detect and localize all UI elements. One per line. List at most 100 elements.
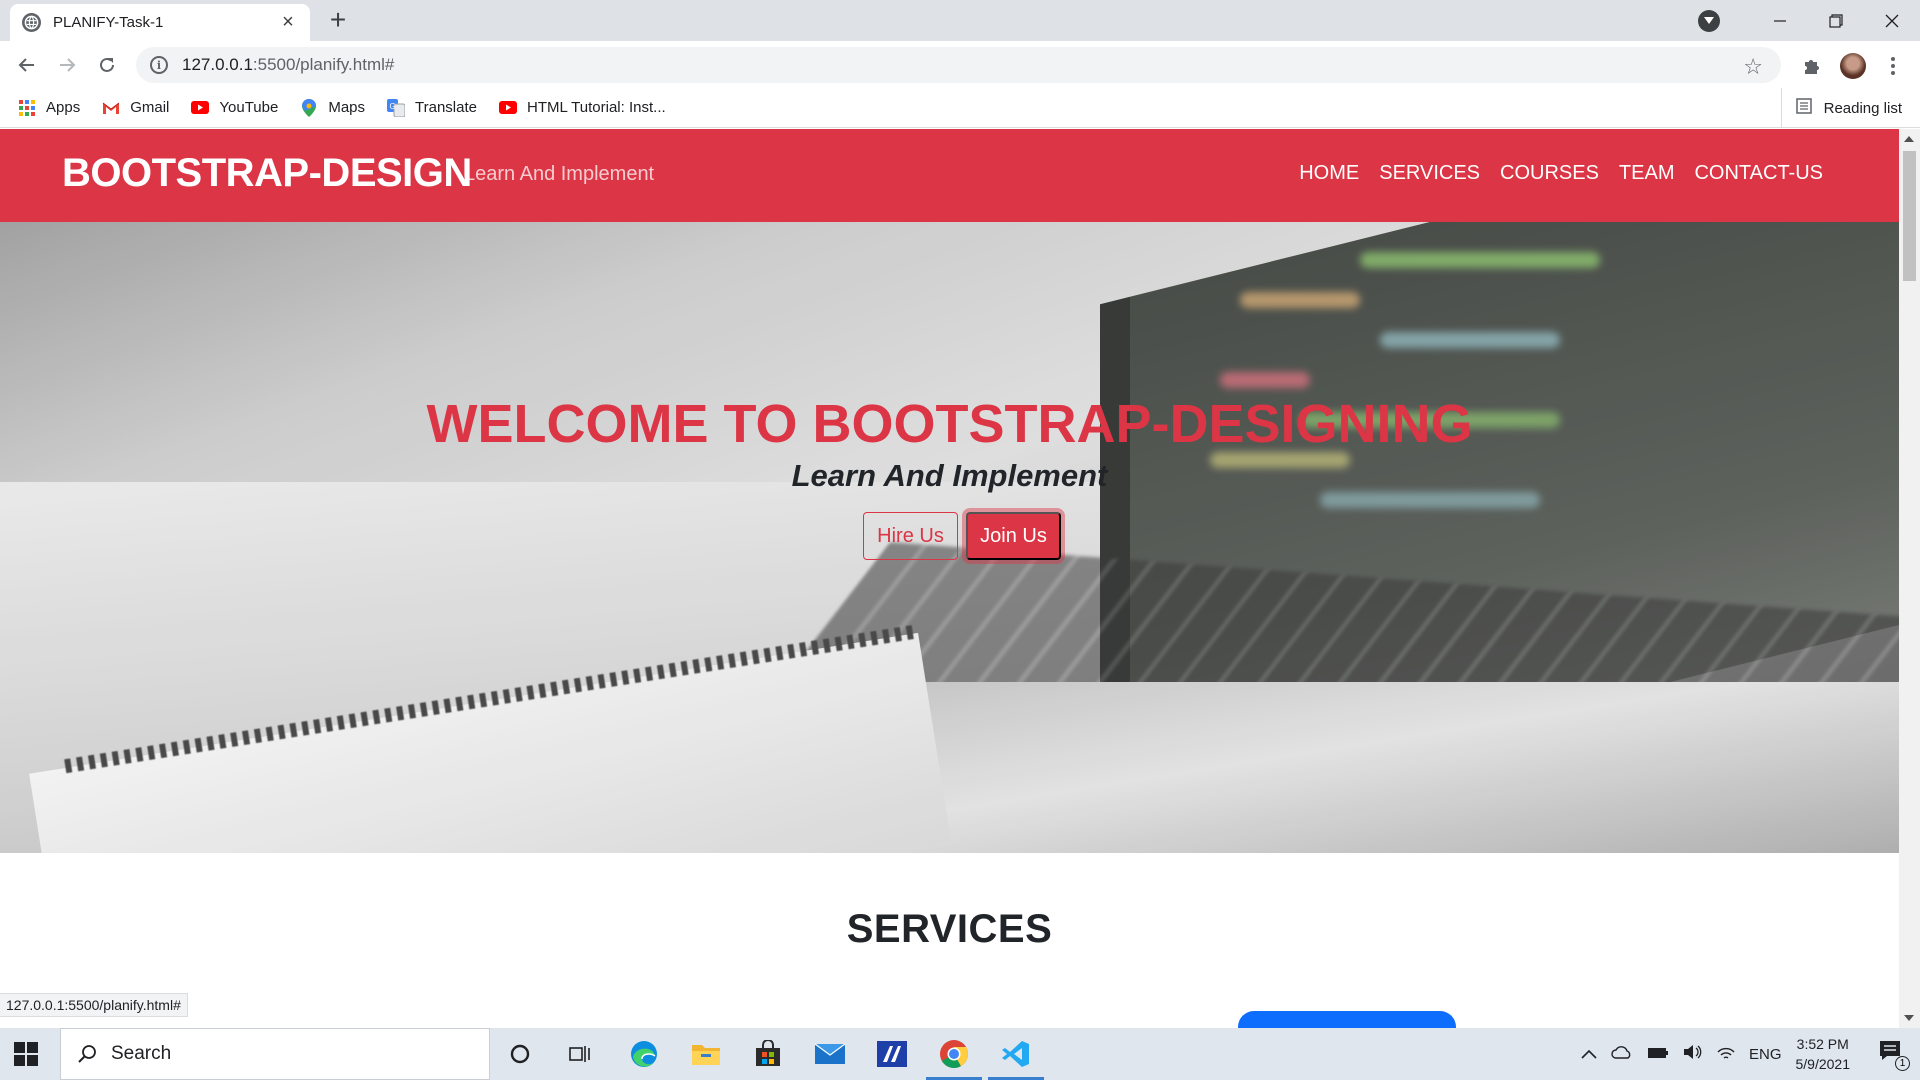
bookmark-star-icon[interactable]: ☆ — [1743, 54, 1763, 80]
scroll-up-arrow-icon[interactable] — [1904, 136, 1914, 142]
reading-list-button[interactable]: Reading list — [1780, 88, 1902, 128]
nav-link-team[interactable]: TEAM — [1619, 162, 1675, 185]
profile-button[interactable] — [1838, 51, 1868, 81]
extensions-button[interactable] — [1797, 51, 1827, 81]
arrow-right-icon — [60, 58, 76, 72]
bookmark-label: Gmail — [130, 99, 170, 116]
bookmark-translate[interactable]: G Translate — [387, 98, 477, 117]
minimize-button[interactable] — [1752, 0, 1808, 41]
edge-icon — [631, 1041, 657, 1067]
volume-icon[interactable] — [1683, 1044, 1703, 1064]
new-tab-button[interactable]: + — [324, 6, 352, 34]
navbar-menu: HOME SERVICES COURSES TEAM CONTACT-US — [1279, 162, 1823, 185]
nav-link-contact-us[interactable]: CONTACT-US — [1694, 162, 1823, 185]
arrow-left-icon — [18, 58, 34, 72]
reload-button[interactable] — [92, 50, 122, 80]
battery-icon[interactable] — [1647, 1046, 1669, 1063]
navbar-tagline: Learn And Implement — [464, 163, 655, 185]
windows-logo-icon — [14, 1042, 38, 1066]
notification-badge: 1 — [1895, 1056, 1910, 1071]
onedrive-cloud-icon[interactable] — [1611, 1045, 1633, 1063]
taskbar-app-a[interactable] — [872, 1036, 912, 1072]
taskbar-file-explorer[interactable] — [686, 1036, 726, 1072]
hero-section: WELCOME TO BOOTSTRAP-DESIGNING Learn And… — [0, 222, 1899, 853]
cortana-circle-icon — [510, 1044, 530, 1064]
tab-search-button[interactable] — [1698, 9, 1720, 32]
mail-icon — [814, 1043, 846, 1064]
search-icon — [78, 1045, 96, 1063]
address-bar[interactable]: i 127.0.0.1:5500/planify.html# ☆ — [136, 47, 1781, 83]
browser-tab[interactable]: PLANIFY-Task-1 × — [10, 4, 310, 41]
puzzle-icon — [1805, 60, 1819, 74]
taskbar-vscode[interactable] — [988, 1036, 1044, 1080]
apps-grid-icon — [18, 99, 36, 117]
kebab-menu-icon — [1891, 57, 1895, 75]
menu-button[interactable] — [1878, 51, 1908, 81]
scrollbar-thumb[interactable] — [1903, 151, 1916, 281]
task-view-button[interactable] — [560, 1036, 600, 1072]
taskbar-edge[interactable] — [624, 1036, 664, 1072]
taskbar-clock[interactable]: 3:52 PM 5/9/2021 — [1796, 1034, 1851, 1074]
globe-icon — [22, 13, 41, 32]
language-indicator[interactable]: ENG — [1749, 1046, 1782, 1063]
site-navbar: BOOTSTRAP-DESIGN Learn And Implement HOM… — [0, 129, 1899, 222]
site-info-icon[interactable]: i — [150, 56, 168, 74]
address-url: 127.0.0.1:5500/planify.html# — [182, 55, 394, 75]
url-path: :5500/planify.html# — [252, 55, 395, 74]
reading-list-icon — [1795, 98, 1812, 118]
bookmark-label: Apps — [46, 99, 81, 116]
bookmarks-bar: Apps Gmail YouTube Maps G Translate HTML… — [0, 88, 1920, 128]
gmail-icon — [102, 99, 120, 117]
cortana-button[interactable] — [500, 1036, 540, 1072]
chrome-icon — [940, 1040, 968, 1068]
scroll-down-arrow-icon[interactable] — [1904, 1015, 1914, 1021]
page-scrollbar[interactable] — [1899, 129, 1920, 1028]
hero-buttons: Hire Us Join Us — [0, 512, 1899, 560]
navbar-brand[interactable]: BOOTSTRAP-DESIGN — [62, 151, 472, 196]
bookmark-label: HTML Tutorial: Inst... — [527, 99, 666, 116]
bookmark-youtube[interactable]: YouTube — [191, 99, 278, 117]
url-host: 127.0.0.1 — [182, 55, 253, 74]
bookmark-label: Maps — [328, 99, 366, 116]
service-card-partial — [1238, 1011, 1456, 1028]
hero-title: WELCOME TO BOOTSTRAP-DESIGNING — [426, 394, 1473, 454]
app-logo-icon — [877, 1041, 907, 1067]
taskbar-store[interactable] — [748, 1036, 788, 1072]
services-heading: SERVICES — [846, 907, 1053, 951]
bookmark-apps[interactable]: Apps — [18, 99, 80, 117]
back-button[interactable] — [12, 50, 42, 80]
windows-start-button[interactable] — [12, 1040, 40, 1068]
taskbar-search-box[interactable]: Search — [60, 1028, 490, 1080]
clock-time: 3:52 PM — [1796, 1036, 1849, 1052]
restore-button[interactable] — [1808, 0, 1864, 41]
hero-subtitle: Learn And Implement — [791, 458, 1108, 493]
folder-icon — [692, 1045, 720, 1065]
task-view-icon — [569, 1046, 590, 1062]
search-placeholder: Search — [111, 1043, 172, 1064]
join-us-button[interactable]: Join Us — [966, 512, 1061, 560]
nav-link-services[interactable]: SERVICES — [1379, 162, 1480, 185]
taskbar-chrome[interactable] — [926, 1036, 982, 1080]
reload-icon — [100, 57, 114, 72]
taskbar-mail[interactable] — [810, 1036, 850, 1072]
forward-button[interactable] — [52, 50, 82, 80]
system-tray: ENG 3:52 PM 5/9/2021 1 — [1581, 1028, 1920, 1080]
wifi-icon[interactable] — [1717, 1044, 1735, 1064]
avatar — [1840, 53, 1866, 79]
bookmark-maps[interactable]: Maps — [300, 98, 366, 117]
tab-title: PLANIFY-Task-1 — [53, 14, 164, 31]
nav-link-home[interactable]: HOME — [1299, 162, 1359, 185]
close-tab-icon[interactable]: × — [278, 11, 298, 34]
svg-text:G: G — [390, 102, 396, 111]
bookmark-gmail[interactable]: Gmail — [102, 99, 169, 117]
hire-us-button[interactable]: Hire Us — [863, 512, 958, 560]
bookmark-html-tutorial[interactable]: HTML Tutorial: Inst... — [499, 99, 666, 117]
chevron-up-icon[interactable] — [1581, 1046, 1597, 1063]
bookmark-label: YouTube — [219, 99, 279, 116]
bookmark-label: Translate — [415, 99, 477, 116]
nav-link-courses[interactable]: COURSES — [1500, 162, 1599, 185]
notification-center-button[interactable]: 1 — [1878, 1039, 1910, 1071]
close-window-button[interactable] — [1864, 0, 1920, 41]
store-bag-icon — [756, 1040, 780, 1066]
page-viewport: BOOTSTRAP-DESIGN Learn And Implement HOM… — [0, 129, 1899, 1028]
